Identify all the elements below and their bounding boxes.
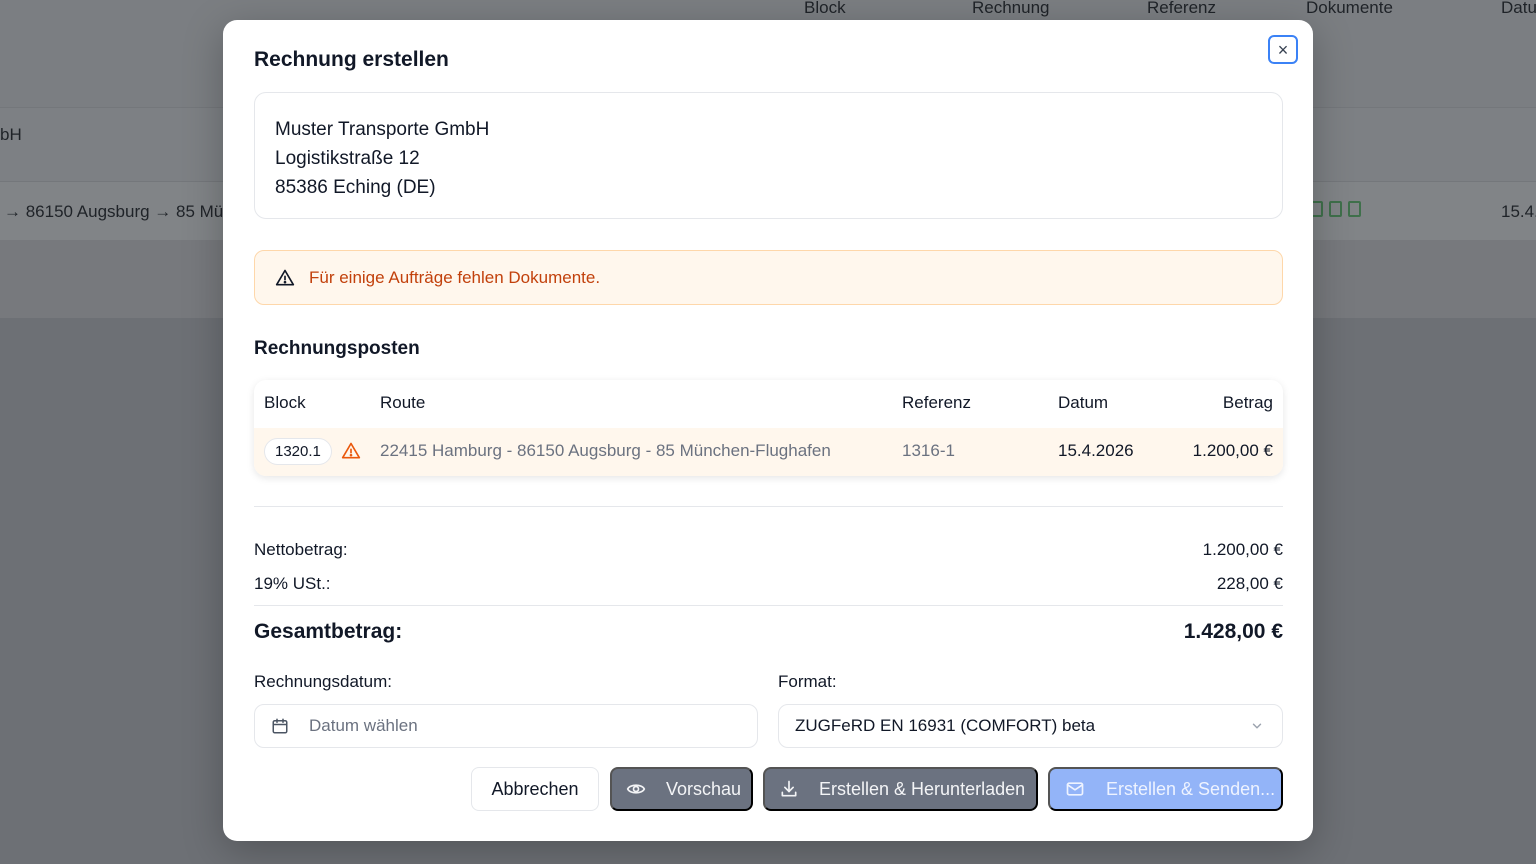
missing-documents-alert: Für einige Aufträge fehlen Dokumente. <box>254 250 1283 305</box>
cancel-button[interactable]: Abbrechen <box>471 767 599 811</box>
invoice-items-title: Rechnungsposten <box>254 338 420 359</box>
total-label: Gesamtbetrag: <box>254 620 403 643</box>
preview-button-label: Vorschau <box>666 778 742 799</box>
background-column-date: Datu <box>1501 0 1536 17</box>
background-column-invoice: Rechnung <box>972 0 1050 17</box>
net-amount-label: Nettobetrag: <box>254 540 348 559</box>
document-icon <box>1329 201 1342 217</box>
chevron-down-icon <box>1252 723 1262 729</box>
net-amount-value: 1.200,00 € <box>1202 540 1283 559</box>
invoice-date-picker[interactable] <box>254 704 758 748</box>
create-send-button-label: Erstellen & Senden... <box>1106 778 1276 799</box>
divider <box>254 605 1283 606</box>
calendar-icon <box>272 718 288 734</box>
background-company-fragment: bH <box>0 125 22 144</box>
warning-triangle-icon <box>341 442 361 459</box>
divider <box>254 506 1283 507</box>
format-select[interactable]: ZUGFeRD EN 16931 (COMFORT) beta <box>778 704 1283 748</box>
document-icon <box>1348 201 1361 217</box>
download-icon <box>781 780 797 797</box>
customer-address-box: Muster Transporte GmbH Logistikstraße 12… <box>254 92 1283 219</box>
eye-icon <box>626 784 646 794</box>
vat-value: 228,00 € <box>1216 574 1283 593</box>
create-send-button[interactable]: Erstellen & Senden... <box>1048 767 1283 811</box>
vat-label: 19% USt.: <box>254 574 331 593</box>
background-route-fragment: → 86150 Augsburg → 85 Mü <box>4 202 224 221</box>
format-selected-value: ZUGFeRD EN 16931 (COMFORT) beta <box>795 716 1096 735</box>
warning-triangle-icon <box>275 269 295 285</box>
table-row[interactable]: 1320.1 22415 Hamburg - 86150 Augsburg - … <box>254 428 1283 476</box>
column-header-amount: Betrag <box>1222 393 1273 412</box>
invoice-date-label: Rechnungsdatum: <box>254 672 392 691</box>
create-download-button-label: Erstellen & Herunterladen <box>819 778 1026 799</box>
format-label: Format: <box>778 672 837 691</box>
create-invoice-dialog: Rechnung erstellen × Muster Transporte G… <box>223 20 1313 841</box>
row-reference: 1316-1 <box>902 441 955 460</box>
invoice-date-input[interactable] <box>309 716 709 736</box>
cancel-button-label: Abbrechen <box>491 778 579 799</box>
background-date-fragment: 15.4. <box>1501 202 1536 221</box>
address-street: Logistikstraße 12 <box>275 148 420 169</box>
background-column-documents: Dokumente <box>1306 0 1393 17</box>
mail-icon <box>1066 782 1084 796</box>
column-header-reference: Referenz <box>902 393 971 412</box>
close-icon: × <box>1277 39 1289 60</box>
background-document-icons <box>1310 201 1361 217</box>
background-column-block: Block <box>804 0 846 17</box>
row-amount: 1.200,00 € <box>1192 441 1273 460</box>
column-header-route: Route <box>380 393 426 412</box>
column-header-block: Block <box>264 393 306 412</box>
total-value: 1.428,00 € <box>1183 620 1283 643</box>
address-company: Muster Transporte GmbH <box>275 119 490 140</box>
alert-message: Für einige Aufträge fehlen Dokumente. <box>309 267 601 287</box>
preview-button[interactable]: Vorschau <box>610 767 753 811</box>
row-date: 15.4.2026 <box>1058 441 1134 460</box>
invoice-items-table: Block Route Referenz Datum Betrag 1320.1… <box>254 380 1283 476</box>
create-download-button[interactable]: Erstellen & Herunterladen <box>763 767 1038 811</box>
column-header-date: Datum <box>1058 393 1109 412</box>
dialog-title: Rechnung erstellen <box>254 48 449 71</box>
row-route: 22415 Hamburg - 86150 Augsburg - 85 Münc… <box>380 441 831 460</box>
close-button[interactable]: × <box>1268 35 1298 64</box>
address-city: 85386 Eching (DE) <box>275 177 436 198</box>
block-badge: 1320.1 <box>264 438 332 465</box>
background-column-reference: Referenz <box>1147 0 1216 17</box>
